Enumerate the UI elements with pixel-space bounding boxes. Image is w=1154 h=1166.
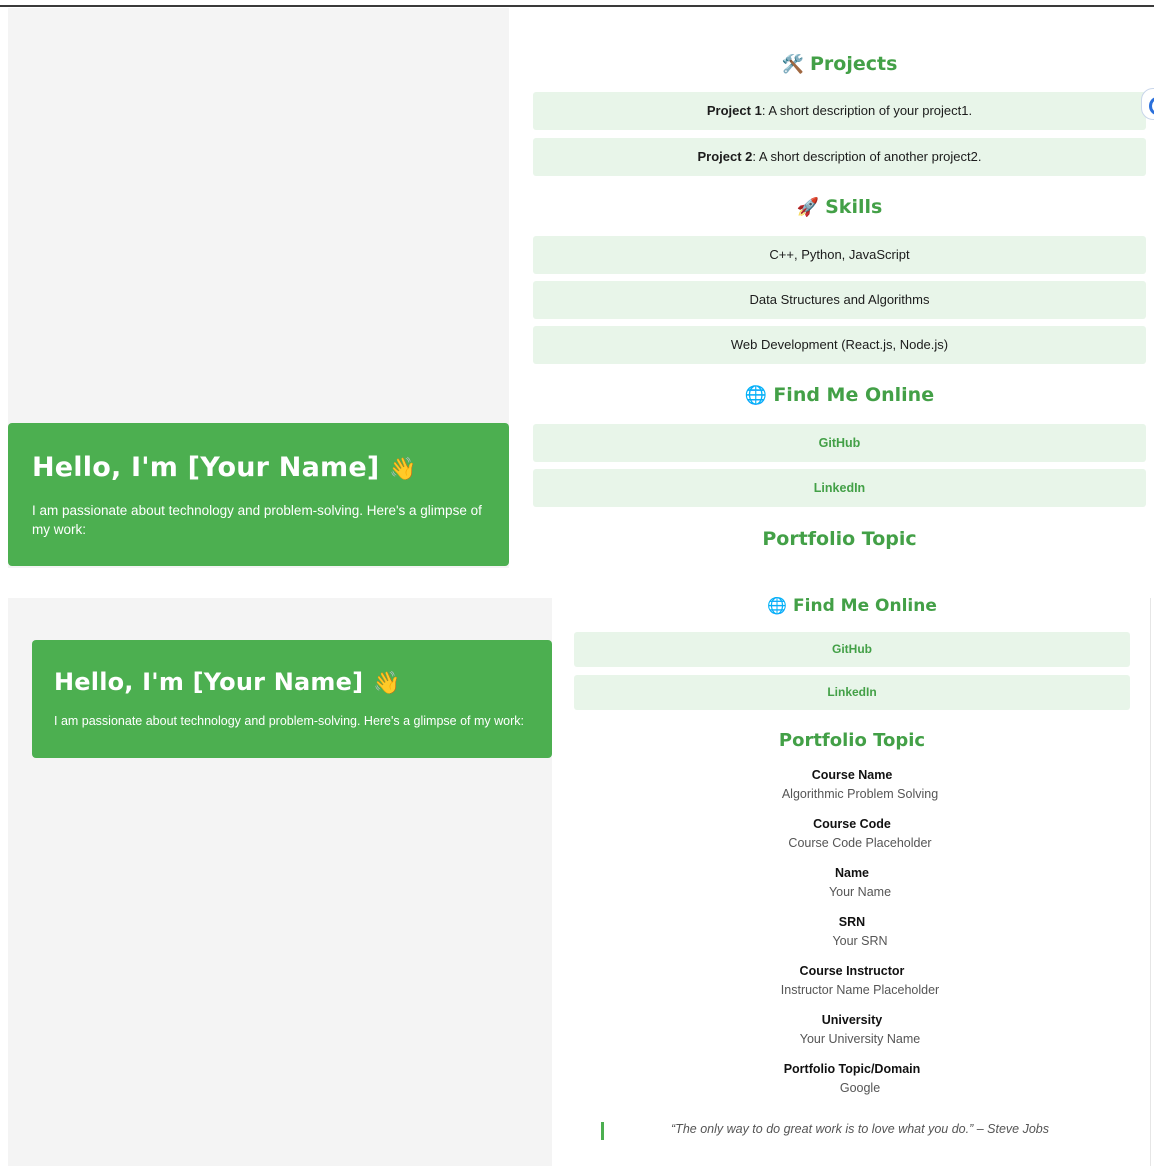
linkedin-link[interactable]: LinkedIn bbox=[574, 675, 1130, 710]
portfolio-domain-label: Portfolio Topic/Domain bbox=[783, 1062, 921, 1076]
university-label: University bbox=[821, 1013, 883, 1027]
course-code-label: Course Code bbox=[813, 817, 891, 831]
browser-extension-icon[interactable] bbox=[1141, 88, 1154, 120]
project-card-1[interactable]: Project 1: A short description of your p… bbox=[533, 92, 1146, 130]
github-link[interactable]: GitHub bbox=[533, 424, 1146, 462]
skill-card: Web Development (React.js, Node.js) bbox=[533, 326, 1146, 364]
linkedin-link[interactable]: LinkedIn bbox=[533, 469, 1146, 507]
wave-icon: 👋 bbox=[389, 457, 417, 482]
globe-icon: 🌐 bbox=[767, 596, 788, 615]
name-value: Your Name bbox=[828, 885, 892, 899]
skills-heading: 🚀 Skills bbox=[533, 194, 1146, 221]
find-me-online-heading: 🌐 Find Me Online bbox=[533, 382, 1146, 409]
github-link[interactable]: GitHub bbox=[574, 632, 1130, 667]
top-divider bbox=[0, 5, 1154, 7]
project-desc: : A short description of your project1. bbox=[761, 103, 973, 118]
srn-value: Your SRN bbox=[832, 934, 888, 948]
projects-heading: 🛠️ Projects bbox=[533, 51, 1146, 78]
hero-greeting: Hello, I'm [Your Name] bbox=[54, 668, 364, 696]
quote-text: “The only way to do great work is to lov… bbox=[671, 1122, 1049, 1136]
portfolio-topic-heading: Portfolio Topic bbox=[762, 528, 917, 550]
course-instructor-value: Instructor Name Placeholder bbox=[780, 983, 940, 997]
portfolio-topic-heading: Portfolio Topic bbox=[778, 730, 926, 751]
project-name: Project 2 bbox=[697, 149, 753, 164]
find-me-online-title: Find Me Online bbox=[773, 384, 935, 406]
hero-intro: I am passionate about technology and pro… bbox=[32, 503, 482, 537]
university-value: Your University Name bbox=[799, 1032, 921, 1046]
skill-card: Data Structures and Algorithms bbox=[533, 281, 1146, 319]
course-code-value: Course Code Placeholder bbox=[788, 836, 932, 850]
srn-label: SRN bbox=[838, 915, 866, 929]
project-card-2[interactable]: Project 2: A short description of anothe… bbox=[533, 138, 1146, 176]
hero-card: Hello, I'm [Your Name] 👋 I am passionate … bbox=[8, 423, 509, 566]
course-instructor-label: Course Instructor bbox=[799, 964, 905, 978]
hero-greeting: Hello, I'm [Your Name] bbox=[32, 452, 380, 483]
find-me-online-heading: 🌐 Find Me Online bbox=[574, 593, 1130, 619]
course-name-label: Course Name bbox=[811, 768, 893, 782]
portfolio-domain-value: Google bbox=[839, 1081, 881, 1095]
course-name-value: Algorithmic Problem Solving bbox=[781, 787, 939, 801]
projects-title: Projects bbox=[810, 53, 898, 75]
globe-icon: 🌐 bbox=[744, 385, 768, 406]
hero-card: Hello, I'm [Your Name] 👋 I am passionate … bbox=[32, 640, 552, 758]
rocket-icon: 🚀 bbox=[796, 197, 820, 218]
skills-title: Skills bbox=[825, 196, 883, 218]
project-desc: : A short description of another project… bbox=[752, 149, 982, 164]
name-label: Name bbox=[834, 866, 870, 880]
project-name: Project 1 bbox=[706, 103, 762, 118]
tools-icon: 🛠️ bbox=[781, 54, 804, 75]
panel-border bbox=[1150, 598, 1151, 1166]
skill-card: C++, Python, JavaScript bbox=[533, 236, 1146, 274]
hero-intro: I am passionate about technology and pro… bbox=[54, 714, 524, 728]
find-me-online-title: Find Me Online bbox=[793, 596, 937, 616]
wave-icon: 👋 bbox=[373, 671, 401, 696]
quote-accent-bar bbox=[601, 1122, 604, 1140]
hero-title: Hello, I'm [Your Name] 👋 bbox=[54, 666, 530, 700]
hero-title: Hello, I'm [Your Name] 👋 bbox=[32, 451, 485, 487]
